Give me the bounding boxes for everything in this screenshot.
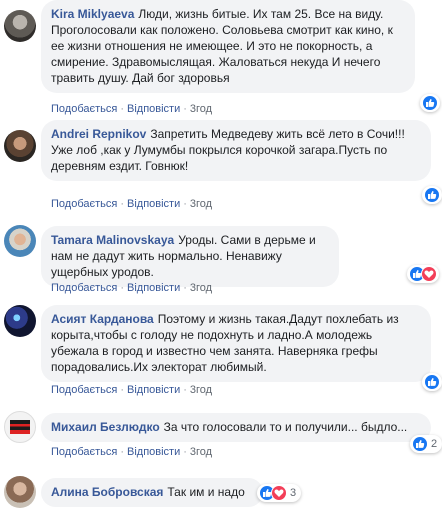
comment-author[interactable]: Andrei Repnikov bbox=[51, 127, 146, 141]
like-reaction-icon bbox=[422, 95, 438, 111]
love-reaction-icon bbox=[271, 485, 287, 501]
comment-time[interactable]: 3год bbox=[190, 282, 212, 294]
like-link[interactable]: Подобається bbox=[51, 282, 117, 294]
separator: · bbox=[183, 384, 187, 396]
reaction-count: 3 bbox=[290, 487, 297, 499]
love-reaction-icon bbox=[421, 266, 437, 282]
like-reaction-icon bbox=[424, 374, 440, 390]
reaction-summary[interactable]: 2 bbox=[410, 435, 442, 453]
separator: · bbox=[183, 446, 187, 458]
avatar[interactable] bbox=[4, 225, 36, 257]
comment-bubble: Алина Бобровская Так им и надо bbox=[41, 478, 263, 507]
separator: · bbox=[120, 384, 124, 396]
comment-actions: Подобається · Відповісти · 3год bbox=[51, 282, 212, 295]
avatar[interactable] bbox=[4, 130, 36, 162]
separator: · bbox=[183, 103, 187, 115]
comment-author[interactable]: Михаил Безлюдко bbox=[51, 420, 160, 434]
separator: · bbox=[120, 103, 124, 115]
separator: · bbox=[183, 198, 187, 210]
comment-bubble: Tamara Malinovskaya Уроды. Сами в дерьме … bbox=[41, 226, 339, 287]
avatar[interactable] bbox=[4, 10, 36, 42]
like-link[interactable]: Подобається bbox=[51, 198, 117, 210]
comment-author[interactable]: Асият Карданова bbox=[51, 312, 154, 326]
comment-text: За что голосовали то и получили... быдло… bbox=[163, 420, 408, 434]
separator: · bbox=[183, 282, 187, 294]
like-link[interactable]: Подобається bbox=[51, 103, 117, 115]
reaction-summary[interactable]: 3 bbox=[257, 484, 302, 502]
comment-author[interactable]: Kira Miklyaeva bbox=[51, 7, 134, 21]
separator: · bbox=[120, 282, 124, 294]
reaction-summary[interactable] bbox=[407, 265, 439, 283]
comment-actions: Подобається · Відповісти · 3год bbox=[51, 198, 212, 211]
comment-time[interactable]: 3год bbox=[190, 446, 212, 458]
comment-actions: Подобається · Відповісти · 3год bbox=[51, 384, 212, 397]
avatar[interactable] bbox=[4, 305, 36, 337]
reaction-summary[interactable] bbox=[420, 94, 440, 112]
comment-bubble: Andrei Repnikov Запретить Медведеву жить … bbox=[41, 120, 431, 181]
avatar[interactable] bbox=[4, 411, 36, 443]
comment-time[interactable]: 3год bbox=[190, 384, 212, 396]
reaction-summary[interactable] bbox=[422, 373, 442, 391]
avatar[interactable] bbox=[4, 476, 36, 508]
comment-time[interactable]: 3год bbox=[190, 198, 212, 210]
reply-link[interactable]: Відповісти bbox=[127, 103, 180, 115]
comment-author[interactable]: Tamara Malinovskaya bbox=[51, 233, 174, 247]
reaction-summary[interactable] bbox=[422, 186, 442, 204]
like-reaction-icon bbox=[424, 187, 440, 203]
comment-time[interactable]: 3год bbox=[190, 103, 212, 115]
reply-link[interactable]: Відповісти bbox=[127, 446, 180, 458]
like-reaction-icon bbox=[412, 436, 428, 452]
avatar-image bbox=[10, 420, 30, 434]
reply-link[interactable]: Відповісти bbox=[127, 198, 180, 210]
like-link[interactable]: Подобається bbox=[51, 446, 117, 458]
reaction-count: 2 bbox=[431, 438, 438, 450]
separator: · bbox=[120, 446, 124, 458]
reply-link[interactable]: Відповісти bbox=[127, 384, 180, 396]
like-link[interactable]: Подобається bbox=[51, 384, 117, 396]
reply-link[interactable]: Відповісти bbox=[127, 282, 180, 294]
comment-actions: Подобається · Відповісти · 3год bbox=[51, 446, 212, 459]
comment-bubble: Михаил Безлюдко За что голосовали то и по… bbox=[41, 413, 431, 442]
comment-bubble: Асият Карданова Поэтому и жизнь такая.Дад… bbox=[41, 305, 431, 382]
comment-bubble: Kira Miklyaeva Люди, жизнь битые. Их там … bbox=[41, 0, 415, 93]
separator: · bbox=[120, 198, 124, 210]
comment-actions: Подобається · Відповісти · 3год bbox=[51, 103, 212, 116]
